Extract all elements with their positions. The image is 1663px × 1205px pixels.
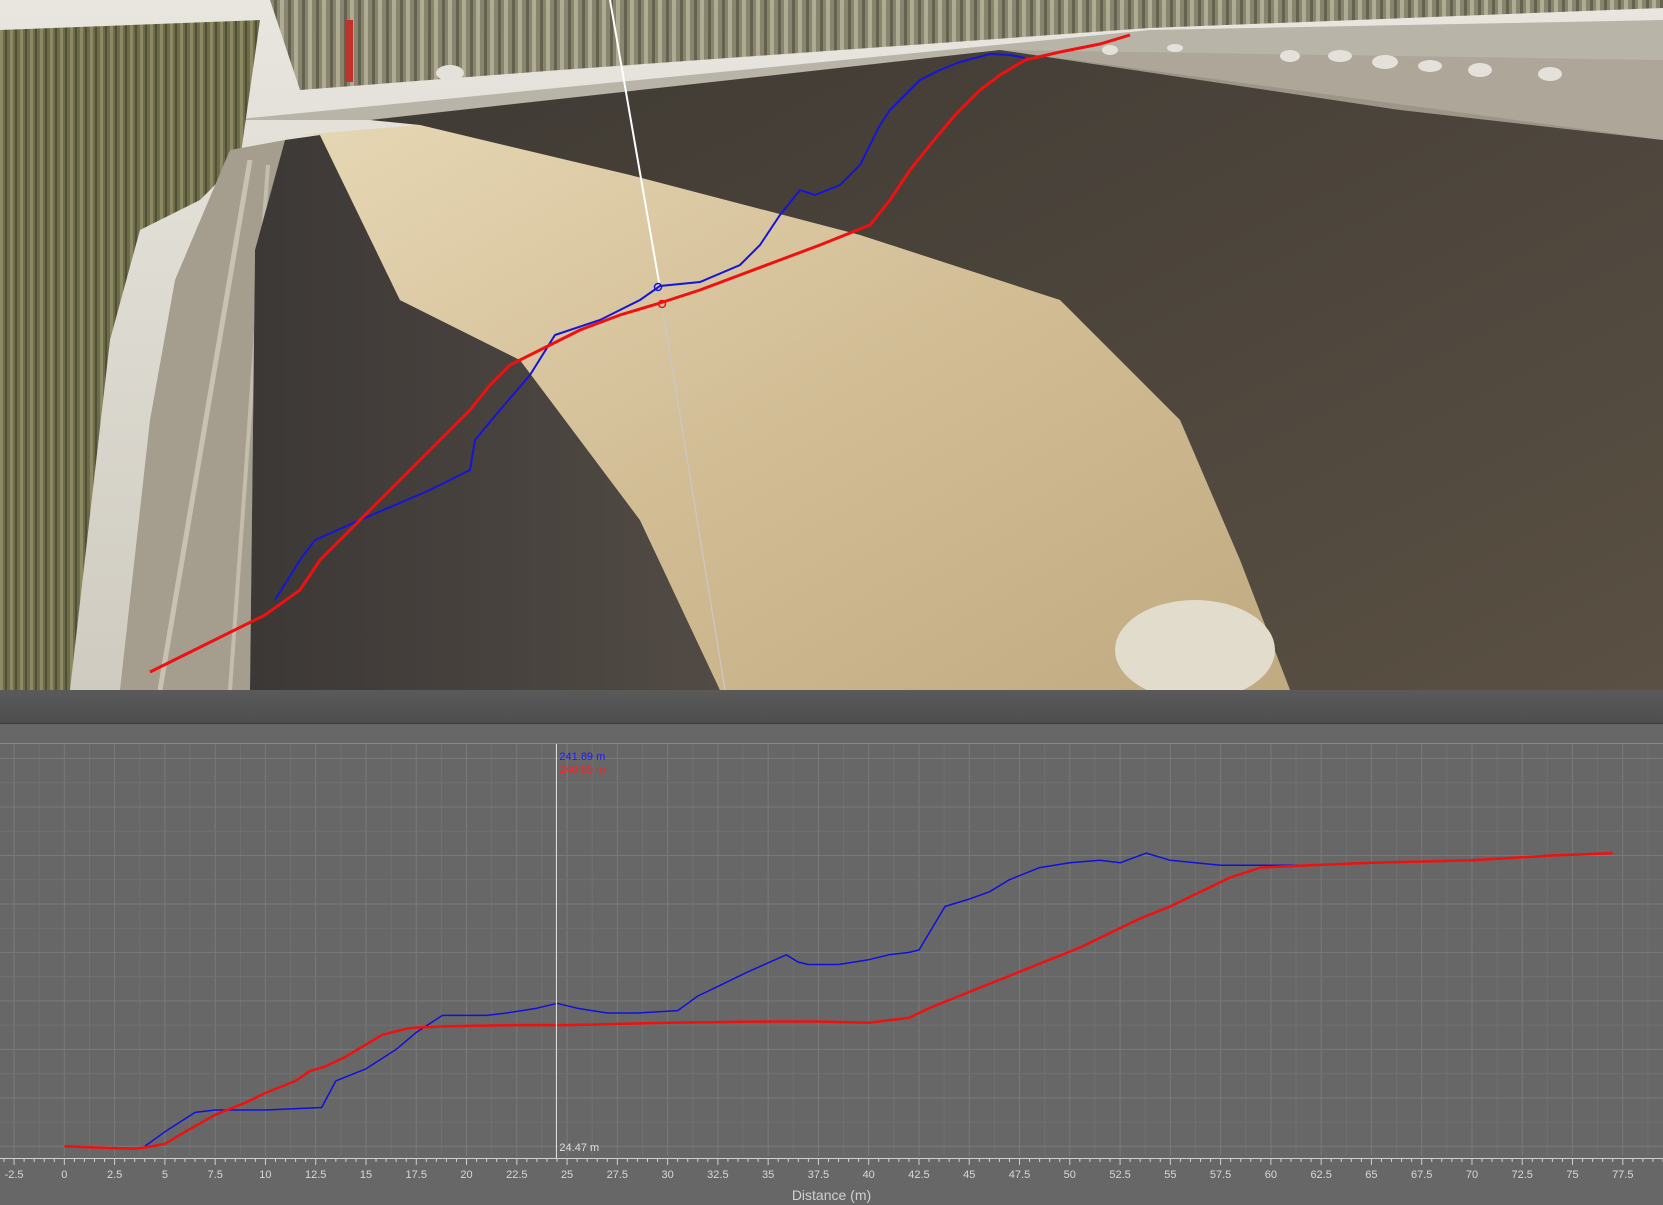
x-tick-label: 2.5	[107, 1169, 122, 1181]
x-tick-label: 52.5	[1109, 1169, 1130, 1181]
x-tick-label: 72.5	[1512, 1169, 1533, 1181]
x-tick-label: 75	[1566, 1169, 1578, 1181]
x-tick-label: 47.5	[1009, 1169, 1030, 1181]
x-tick-label: 30	[661, 1169, 673, 1181]
x-tick-label: 60	[1265, 1169, 1277, 1181]
x-tick-label: 42.5	[908, 1169, 929, 1181]
x-tick-label: 0	[61, 1169, 67, 1181]
x-tick-label: 10	[259, 1169, 271, 1181]
cursor-blue-readout: 241.89 m	[559, 751, 605, 763]
3d-viewport[interactable]	[0, 0, 1663, 690]
x-tick-label: 77.5	[1612, 1169, 1633, 1181]
x-tick-label: -2.5	[5, 1169, 24, 1181]
x-tick-label: 27.5	[607, 1169, 628, 1181]
x-tick-label: 62.5	[1310, 1169, 1331, 1181]
x-tick-label: 55	[1164, 1169, 1176, 1181]
x-tick-label: 20	[460, 1169, 472, 1181]
grid	[0, 744, 1663, 1156]
x-tick-label: 70	[1466, 1169, 1478, 1181]
x-tick-label: 22.5	[506, 1169, 527, 1181]
cursor-red-readout: 240.89 m	[559, 764, 605, 776]
x-tick-label: 5	[162, 1169, 168, 1181]
x-tick-label: 50	[1064, 1169, 1076, 1181]
x-tick-label: 17.5	[406, 1169, 427, 1181]
x-tick-label: 7.5	[208, 1169, 223, 1181]
x-tick-label: 67.5	[1411, 1169, 1432, 1181]
x-tick-label: 12.5	[305, 1169, 326, 1181]
x-tick-label: 65	[1365, 1169, 1377, 1181]
x-tick-label: 25	[561, 1169, 573, 1181]
profile-panel[interactable]: -2.5 0 2.5 5 7.5 10 12.5 15 17.5 20 22.5 25 27.5 30 32…	[0, 724, 1663, 1205]
x-axis: -2.5 0 2.5 5 7.5 10 12.5 15 17.5 20 22.5 25 27.5 30 32…	[0, 1158, 1663, 1181]
series-line-blue	[144, 852, 1312, 1147]
x-tick-label: 57.5	[1210, 1169, 1231, 1181]
x-tick-label: 15	[360, 1169, 372, 1181]
fence-red-marker	[345, 20, 353, 82]
cursor-distance-readout: 24.47 m	[559, 1142, 599, 1154]
x-tick-label: 37.5	[808, 1169, 829, 1181]
panel-splitter[interactable]	[0, 690, 1663, 724]
x-tick-label: 40	[863, 1169, 875, 1181]
x-tick-label: 45	[963, 1169, 975, 1181]
x-axis-title: Distance (m)	[792, 1187, 871, 1203]
x-tick-label: 32.5	[707, 1169, 728, 1181]
x-tick-label: 35	[762, 1169, 774, 1181]
profile-chart[interactable]: -2.5 0 2.5 5 7.5 10 12.5 15 17.5 20 22.5 25 27.5 30 32…	[0, 724, 1663, 1205]
